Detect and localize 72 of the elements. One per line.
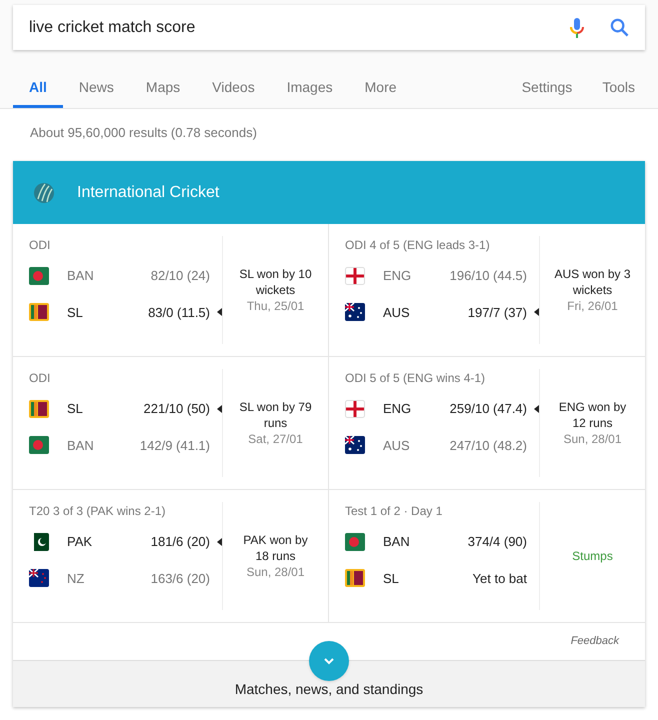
- team-score: 197/7 (37): [468, 304, 527, 322]
- match-result: SL won by 10 wickets: [238, 266, 313, 298]
- team-code: SL: [67, 304, 83, 322]
- team-score: 196/10 (44.5): [450, 267, 527, 285]
- tool-link[interactable]: Tools: [592, 70, 645, 108]
- match-label: ODI: [29, 237, 52, 254]
- team-score: 221/10 (50): [144, 400, 210, 418]
- match-label: ODI: [29, 370, 52, 387]
- team-score: 181/6 (20): [150, 533, 210, 551]
- team-score: 259/10 (47.4): [450, 400, 527, 418]
- flag-icon: [345, 266, 365, 285]
- flag-icon: [345, 532, 365, 551]
- flag-icon: [345, 400, 365, 418]
- team-code: BAN: [67, 436, 94, 454]
- team-code: BAN: [383, 533, 410, 551]
- tab[interactable]: News: [62, 70, 130, 108]
- team-code: NZ: [67, 570, 84, 588]
- tab[interactable]: All: [13, 70, 63, 108]
- team-code: PAK: [67, 533, 92, 551]
- team-score: 142/9 (41.1): [140, 436, 210, 455]
- team-code: BAN: [67, 267, 94, 285]
- card-title: International Cricket: [77, 182, 220, 202]
- tab[interactable]: Maps: [130, 70, 196, 108]
- team-code: SL: [67, 400, 83, 418]
- team-score: 247/10 (48.2): [450, 436, 527, 455]
- team-score: 83/0 (11.5): [148, 304, 210, 322]
- flag-icon: [29, 569, 49, 588]
- team-score: 82/10 (24): [150, 267, 210, 285]
- flag-icon: [345, 303, 365, 322]
- tool-link[interactable]: Settings: [512, 70, 582, 108]
- team-code: ENG: [383, 400, 412, 418]
- match-date: Sun, 28/01: [563, 431, 622, 447]
- flag-icon: [345, 569, 365, 588]
- flag-icon: [345, 436, 365, 454]
- tab[interactable]: More: [348, 70, 413, 108]
- result-stats: About 95,60,000 results (0.78 seconds): [29, 124, 258, 142]
- match-result: SL won by 79 runs: [238, 399, 313, 431]
- match-label: ODI 5 of 5 (ENG wins 4-1): [345, 370, 486, 387]
- team-code: SL: [383, 570, 399, 588]
- team-code: AUS: [383, 304, 410, 322]
- team-score: Yet to bat: [472, 570, 527, 588]
- match-result: PAK won by 18 runs: [242, 532, 309, 564]
- match-label: ODI 4 of 5 (ENG leads 3-1): [345, 237, 491, 254]
- more-link[interactable]: Matches, news, and standings: [234, 679, 424, 700]
- match-result: ENG won by 12 runs: [558, 399, 628, 431]
- search-icon[interactable]: [610, 18, 629, 37]
- team-score: 374/4 (90): [468, 533, 527, 551]
- match-label: T20 3 of 3 (PAK wins 2-1): [29, 503, 166, 520]
- team-code: ENG: [383, 267, 412, 285]
- flag-icon: [29, 532, 49, 551]
- globe-icon: [33, 182, 55, 204]
- team-code: AUS: [383, 436, 410, 454]
- match-result: AUS won by 3 wickets: [554, 266, 631, 298]
- match-date: Sun, 28/01: [246, 564, 305, 580]
- flag-icon: [29, 303, 49, 322]
- match-label: Test 1 of 2 · Day 1: [345, 503, 444, 520]
- flag-icon: [29, 266, 49, 285]
- search-text: live cricket match score: [29, 18, 196, 38]
- tab[interactable]: Images: [270, 70, 349, 108]
- chevron-down-icon: [324, 658, 334, 664]
- search-field[interactable]: live cricket match score: [13, 5, 645, 50]
- microphone-icon[interactable]: [570, 18, 584, 38]
- match-date: Sat, 27/01: [248, 431, 303, 447]
- team-score: 163/6 (20): [150, 570, 210, 588]
- match-date: Fri, 26/01: [567, 298, 618, 314]
- feedback-link[interactable]: Feedback: [570, 633, 619, 650]
- tab[interactable]: Videos: [196, 70, 271, 108]
- match-date: Thu, 25/01: [246, 298, 304, 314]
- flag-icon: [29, 436, 49, 454]
- expand-button[interactable]: [309, 641, 349, 681]
- match-status: Stumps: [572, 548, 613, 565]
- flag-icon: [29, 400, 49, 418]
